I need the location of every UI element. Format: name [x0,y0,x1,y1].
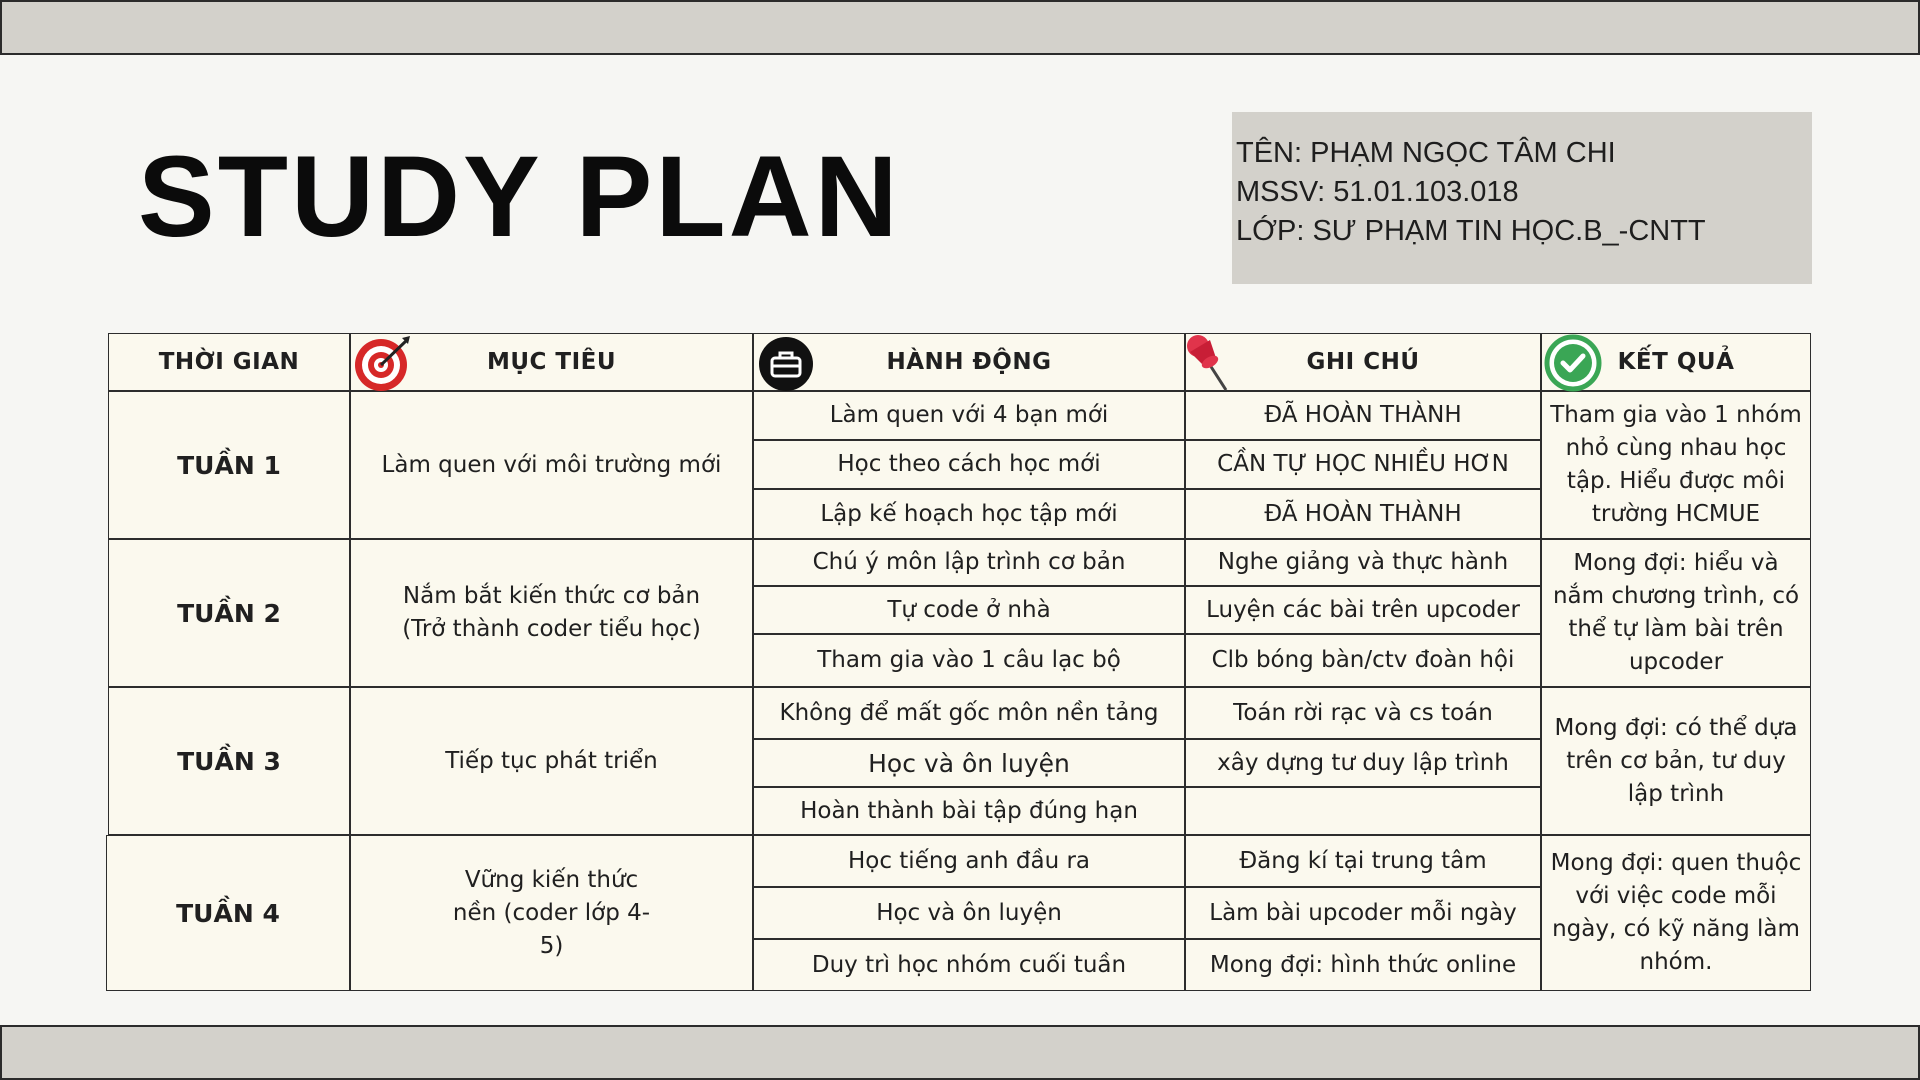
action-text: Chú ý môn lập trình cơ bản [812,549,1126,575]
result-week-1: Tham gia vào 1 nhóm nhỏ cùng nhau học tậ… [1550,402,1802,527]
action-cell: Học tiếng anh đầu ra [753,835,1185,887]
action-cell: Hoàn thành bài tập đúng hạn [753,787,1185,835]
note-cell: Làm bài upcoder mỗi ngày [1185,887,1541,939]
action-cell: Tự code ở nhà [753,586,1185,634]
student-name: TÊN: PHẠM NGỌC TÂM CHI [1236,137,1616,169]
action-cell: Chú ý môn lập trình cơ bản [753,539,1185,586]
top-band [0,0,1920,55]
header-goal-label: MỤC TIÊU [486,348,617,375]
action-text: Học tiếng anh đầu ra [847,847,1091,874]
student-info-box: TÊN: PHẠM NGỌC TÂM CHI MSSV: 51.01.103.0… [1232,112,1812,284]
result-cell: Tham gia vào 1 nhóm nhỏ cùng nhau học tậ… [1541,391,1811,539]
student-id: MSSV: 51.01.103.018 [1236,176,1519,208]
goal-cell: Vững kiến thức nền (coder lớp 4-5) [350,835,753,991]
week-label: TUẦN 3 [108,687,350,835]
note-text: ĐÃ HOÀN THÀNH [1264,402,1462,428]
note-text: Toán rời rạc và cs toán [1233,699,1493,726]
result-cell: Mong đợi: hiểu và nắm chương trình, có t… [1541,539,1811,687]
action-text: Không để mất gốc môn nền tảng [779,699,1159,726]
result-cell: Mong đợi: có thể dựa trên cơ bản, tư duy… [1541,687,1811,835]
note-cell: CẦN TỰ HỌC NHIỀU HƠN [1185,440,1541,489]
note-text: ĐÃ HOÀN THÀNH [1264,500,1462,527]
week-2-label: TUẦN 2 [177,598,281,628]
action-cell: Làm quen với 4 bạn mới [753,391,1185,440]
note-cell: Mong đợi: hình thức online [1185,939,1541,991]
pushpin-icon [1187,335,1228,391]
note-text: xây dựng tư duy lập trình [1217,749,1509,776]
action-cell: Không để mất gốc môn nền tảng [753,687,1185,739]
action-text: Học và ôn luyện [876,899,1062,926]
note-text: Mong đợi: hình thức online [1209,951,1517,978]
week-4-label: TUẦN 4 [176,898,280,928]
action-cell: Học và ôn luyện [753,887,1185,939]
week-3-label: TUẦN 3 [177,746,281,776]
goal-cell: Làm quen với môi trường mới [350,391,753,539]
check-circle-icon [1544,334,1602,392]
note-text: Nghe giảng và thực hành [1217,549,1509,575]
week-label: TUẦN 1 [108,391,350,539]
week-label: TUẦN 4 [106,835,350,991]
page-title: STUDY PLAN [138,133,901,261]
note-text: CẦN TỰ HỌC NHIỀU HƠN [1217,451,1509,477]
action-text: Lập kế hoạch học tập mới [820,500,1118,527]
action-text: Hoàn thành bài tập đúng hạn [800,797,1138,824]
header-action: HÀNH ĐỘNG [753,333,1185,391]
header-note-label: GHI CHÚ [1306,348,1420,375]
note-cell: ĐÃ HOÀN THÀNH [1185,391,1541,440]
note-cell [1185,787,1541,835]
action-cell: Học theo cách học mới [753,440,1185,489]
target-icon [355,336,410,391]
goal-cell: Nắm bắt kiến thức cơ bản (Trở thành code… [350,539,753,687]
goal-cell: Tiếp tục phát triển [350,687,753,835]
goal-week-2: Nắm bắt kiến thức cơ bản (Trở thành code… [402,583,701,642]
note-cell: Luyện các bài trên upcoder [1185,586,1541,634]
note-text: Luyện các bài trên upcoder [1206,596,1520,623]
note-cell: Nghe giảng và thực hành [1185,539,1541,586]
note-cell: ĐÃ HOÀN THÀNH [1185,489,1541,539]
header-action-label: HÀNH ĐỘNG [886,348,1052,375]
action-text: Tự code ở nhà [887,596,1051,623]
action-text: Tham gia vào 1 câu lạc bộ [817,647,1121,673]
action-cell: Lập kế hoạch học tập mới [753,489,1185,539]
action-cell: Học và ôn luyện [753,739,1185,787]
student-class: LỚP: SƯ PHẠM TIN HỌC.B_-CNTT [1236,215,1706,247]
header-time: THỜI GIAN [108,333,350,391]
header-note: GHI CHÚ [1185,333,1541,391]
result-week-3: Mong đợi: có thể dựa trên cơ bản, tư duy… [1554,714,1798,807]
week-1-label: TUẦN 1 [177,450,281,480]
week-label: TUẦN 2 [108,539,350,687]
bottom-band [0,1025,1920,1080]
result-week-4: Mong đợi: quen thuộc với việc code mỗi n… [1550,850,1802,975]
action-text: Học theo cách học mới [837,451,1101,477]
note-text: Đăng kí tại trung tâm [1239,847,1487,874]
goal-week-3: Tiếp tục phát triển [445,747,658,774]
result-week-2: Mong đợi: hiểu và nắm chương trình, có t… [1552,550,1800,675]
note-text: Clb bóng bàn/ctv đoàn hội [1211,647,1515,673]
note-cell: xây dựng tư duy lập trình [1185,739,1541,787]
action-cell: Duy trì học nhóm cuối tuần [753,939,1185,991]
header-time-label: THỜI GIAN [158,348,300,375]
note-cell: Đăng kí tại trung tâm [1185,835,1541,887]
action-text: Duy trì học nhóm cuối tuần [811,951,1127,978]
action-cell: Tham gia vào 1 câu lạc bộ [753,634,1185,687]
note-cell: Clb bóng bàn/ctv đoàn hội [1185,634,1541,687]
header-result-label: KẾT QUẢ [1617,348,1735,375]
goal-week-1: Làm quen với môi trường mới [381,451,722,478]
goal-week-4: Vững kiến thức nền (coder lớp 4-5) [452,866,651,959]
note-cell: Toán rời rạc và cs toán [1185,687,1541,739]
action-text: Làm quen với 4 bạn mới [829,402,1109,428]
note-text: Làm bài upcoder mỗi ngày [1209,899,1517,926]
briefcase-icon [759,337,813,391]
action-text: Học và ôn luyện [868,748,1070,778]
result-cell: Mong đợi: quen thuộc với việc code mỗi n… [1541,835,1811,991]
